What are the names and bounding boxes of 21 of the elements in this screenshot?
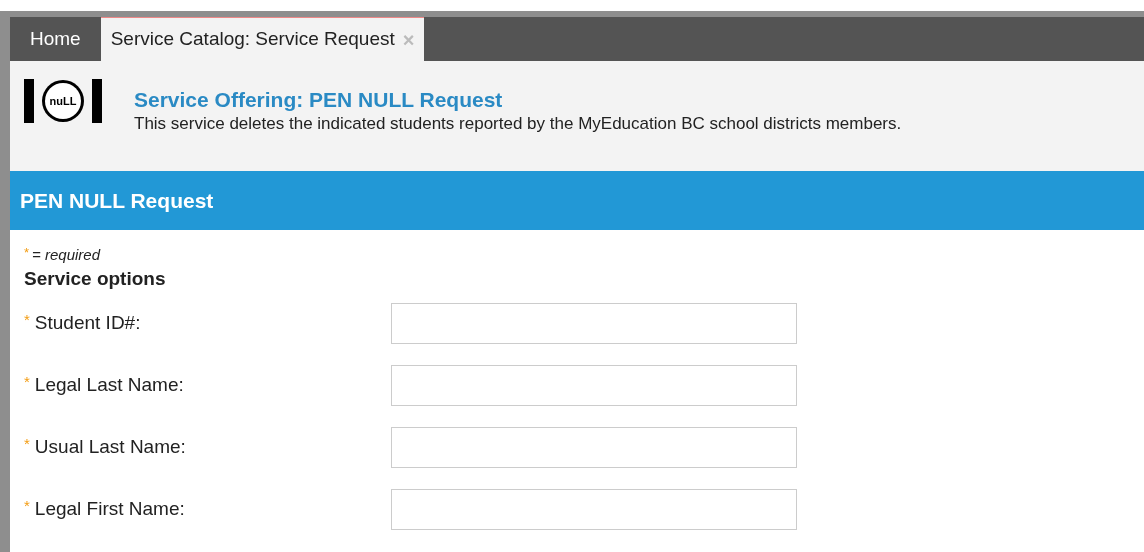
input-field[interactable] bbox=[391, 302, 797, 344]
group-title: Service options bbox=[24, 267, 167, 291]
input-field[interactable] bbox=[391, 426, 797, 468]
input-field[interactable] bbox=[391, 364, 797, 406]
field-label: Legal First Name: bbox=[34, 498, 185, 520]
tab[interactable]: Service Catalog: Service Request × bbox=[100, 17, 425, 61]
logo: nuLL bbox=[24, 79, 102, 123]
required-asterisk: * bbox=[24, 498, 30, 514]
field-label: Legal Last Name: bbox=[34, 374, 184, 396]
tab[interactable]: Home bbox=[10, 17, 101, 61]
field-label: Student ID#: bbox=[34, 312, 141, 334]
service-description: This service deletes the indicated students reported by the MyEducation BC school districts members. bbox=[134, 113, 902, 135]
service-title: Service Offering: PEN NULL Request bbox=[134, 87, 504, 113]
field-label: Usual Last Name: bbox=[34, 436, 186, 458]
required-asterisk: * bbox=[24, 312, 30, 328]
section-title: PEN NULL Request bbox=[20, 187, 214, 214]
required-asterisk: * bbox=[24, 374, 30, 390]
required-legend: = required bbox=[32, 246, 101, 264]
input-field[interactable] bbox=[391, 488, 797, 530]
required-asterisk: * bbox=[24, 246, 30, 260]
required-asterisk: * bbox=[24, 436, 30, 452]
